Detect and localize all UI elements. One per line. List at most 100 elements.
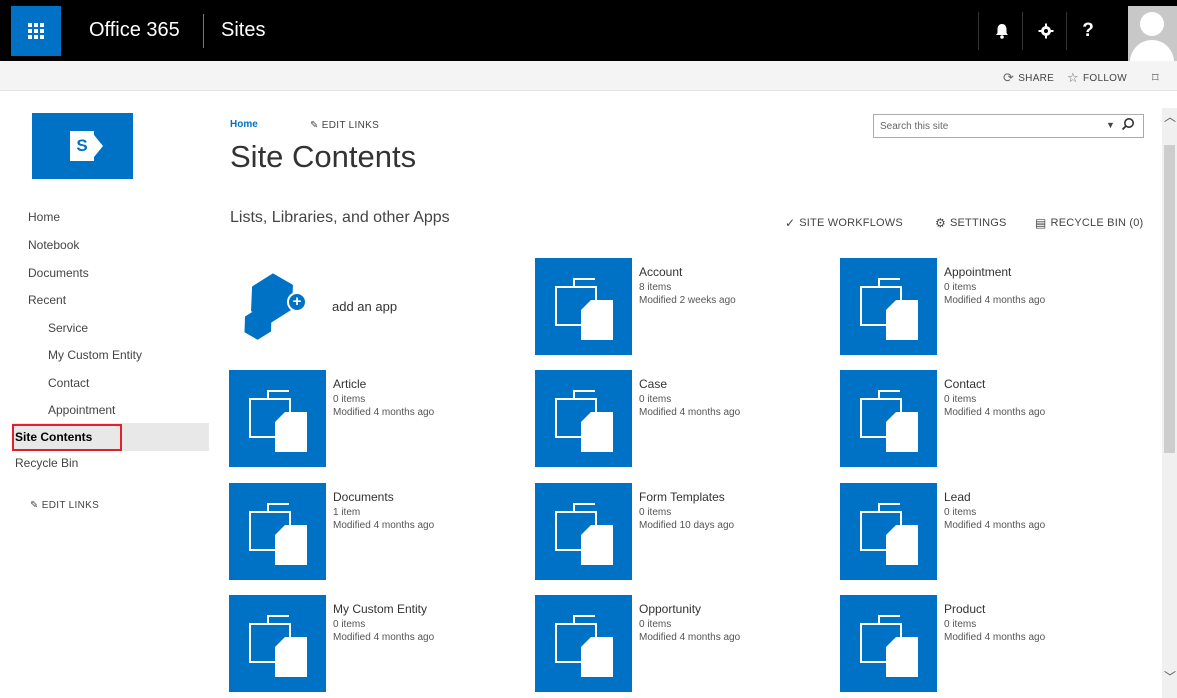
list-folder-icon[interactable] (535, 483, 632, 580)
follow-button[interactable]: ☆ FOLLOW (1067, 70, 1127, 86)
document-icon (581, 525, 613, 565)
list-folder-icon[interactable] (840, 258, 937, 355)
list-folder-icon[interactable] (840, 595, 937, 692)
suite-app-title[interactable]: Office 365 (89, 19, 180, 42)
focus-content-icon[interactable]: ⌑ (1152, 70, 1159, 86)
nav-item-recent[interactable]: Recent (28, 293, 66, 307)
tile-title[interactable]: Documents (333, 490, 394, 504)
tile-item-count: 0 items (333, 394, 366, 405)
document-icon (275, 637, 307, 677)
tile-title[interactable]: Case (639, 377, 667, 391)
search-scope-dropdown-icon[interactable]: ▼ (1106, 120, 1115, 130)
breadcrumb-home[interactable]: Home (230, 119, 258, 130)
app-tile-contact[interactable]: Contact 0 items Modified 4 months ago (840, 370, 1140, 467)
app-tile-account[interactable]: Account 8 items Modified 2 weeks ago (535, 258, 835, 355)
scroll-up-arrow-icon[interactable]: ︿ (1164, 108, 1176, 125)
tile-title[interactable]: Product (944, 602, 985, 616)
sharepoint-logo-arrow (94, 135, 103, 157)
plus-icon: + (287, 292, 307, 312)
list-folder-icon[interactable] (535, 370, 632, 467)
tile-modified: Modified 4 months ago (944, 407, 1046, 418)
app-tile-documents[interactable]: Documents 1 item Modified 4 months ago (229, 483, 529, 580)
document-icon (581, 412, 613, 452)
share-button[interactable]: ⟳ SHARE (1003, 70, 1054, 86)
tile-title[interactable]: Appointment (944, 265, 1011, 279)
list-folder-icon[interactable] (840, 483, 937, 580)
list-folder-icon[interactable] (535, 258, 632, 355)
list-folder-icon[interactable] (535, 595, 632, 692)
page-scrollbar[interactable]: ︿ ﹀ (1162, 108, 1177, 698)
tile-title[interactable]: Opportunity (639, 602, 701, 616)
nav-item-service[interactable]: Service (48, 321, 88, 335)
recycle-bin-icon: ▤ (1035, 216, 1047, 230)
list-folder-icon[interactable] (840, 370, 937, 467)
avatar-torso (1130, 40, 1174, 61)
app-tile-product[interactable]: Product 0 items Modified 4 months ago (840, 595, 1140, 692)
list-folder-icon[interactable] (229, 483, 326, 580)
tile-modified: Modified 4 months ago (333, 632, 435, 643)
tile-modified: Modified 4 months ago (333, 407, 435, 418)
app-tile-opportunity[interactable]: Opportunity 0 items Modified 4 months ago (535, 595, 835, 692)
nav-item-recycle-bin[interactable]: Recycle Bin (15, 456, 78, 470)
list-folder-icon[interactable] (229, 370, 326, 467)
search-icon[interactable] (1121, 117, 1135, 134)
list-folder-icon[interactable] (229, 595, 326, 692)
tile-title[interactable]: Contact (944, 377, 985, 391)
search-input[interactable] (880, 118, 1080, 134)
tile-item-count: 0 items (944, 282, 977, 293)
pencil-icon: ✎ (30, 500, 39, 511)
nav-item-appointment[interactable]: Appointment (48, 403, 115, 417)
user-avatar[interactable] (1128, 6, 1177, 61)
page-title: Site Contents (230, 139, 417, 174)
app-tile-case[interactable]: Case 0 items Modified 4 months ago (535, 370, 835, 467)
tile-item-count: 8 items (639, 282, 672, 293)
follow-label: FOLLOW (1082, 72, 1127, 84)
tile-modified: Modified 4 months ago (333, 520, 435, 531)
nav-item-my-custom-entity[interactable]: My Custom Entity (48, 348, 142, 362)
header-edit-links-label: EDIT LINKS (321, 120, 380, 131)
header-edit-links[interactable]: ✎ EDIT LINKS (310, 120, 379, 131)
tile-item-count: 0 items (639, 619, 672, 630)
app-tile-article[interactable]: Article 0 items Modified 4 months ago (229, 370, 529, 467)
tile-title[interactable]: Lead (944, 490, 971, 504)
gear-icon[interactable] (1026, 13, 1066, 49)
settings-label: SETTINGS (949, 217, 1007, 229)
nav-item-notebook[interactable]: Notebook (28, 238, 79, 252)
help-icon[interactable]: ? (1068, 13, 1108, 49)
tile-modified: Modified 4 months ago (944, 632, 1046, 643)
app-tile-appointment[interactable]: Appointment 0 items Modified 4 months ago (840, 258, 1140, 355)
nav-item-documents[interactable]: Documents (28, 266, 89, 280)
tile-title[interactable]: Form Templates (639, 490, 725, 504)
tile-modified: Modified 4 months ago (944, 295, 1046, 306)
nav-item-contact[interactable]: Contact (48, 376, 89, 390)
nav-edit-links-label: EDIT LINKS (41, 500, 100, 511)
tile-title[interactable]: My Custom Entity (333, 602, 427, 616)
app-launcher-icon[interactable] (11, 6, 61, 56)
site-workflows-button[interactable]: ✓ SITE WORKFLOWS (785, 216, 903, 230)
recycle-bin-button[interactable]: ▤ RECYCLE BIN (0) (1035, 216, 1143, 230)
bell-icon[interactable] (982, 13, 1022, 49)
tile-title[interactable]: Article (333, 377, 366, 391)
suite-bar: Office 365 Sites ? (0, 0, 1177, 61)
nav-edit-links[interactable]: ✎ EDIT LINKS (30, 500, 99, 511)
scroll-down-arrow-icon[interactable]: ﹀ (1164, 668, 1176, 685)
tile-modified: Modified 2 weeks ago (639, 295, 736, 306)
nav-item-home[interactable]: Home (28, 210, 60, 224)
tile-title[interactable]: Account (639, 265, 682, 279)
add-an-app-tile[interactable]: + add an app (229, 262, 489, 352)
selection-outline (12, 424, 122, 451)
app-tile-lead[interactable]: Lead 0 items Modified 4 months ago (840, 483, 1140, 580)
tile-item-count: 0 items (944, 394, 977, 405)
app-tile-form-templates[interactable]: Form Templates 0 items Modified 10 days ag… (535, 483, 835, 580)
star-icon: ☆ (1067, 70, 1079, 85)
tile-item-count: 0 items (639, 394, 672, 405)
site-logo[interactable]: S (32, 113, 133, 179)
app-tile-my-custom-entity[interactable]: My Custom Entity 0 items Modified 4 months… (229, 595, 529, 692)
scroll-thumb[interactable] (1164, 145, 1175, 453)
suite-site-label[interactable]: Sites (221, 19, 265, 42)
tile-item-count: 0 items (333, 619, 366, 630)
avatar-head (1140, 12, 1164, 36)
sharepoint-logo-icon: S (70, 131, 94, 161)
settings-button[interactable]: ⚙ SETTINGS (935, 216, 1007, 230)
tile-item-count: 0 items (639, 507, 672, 518)
